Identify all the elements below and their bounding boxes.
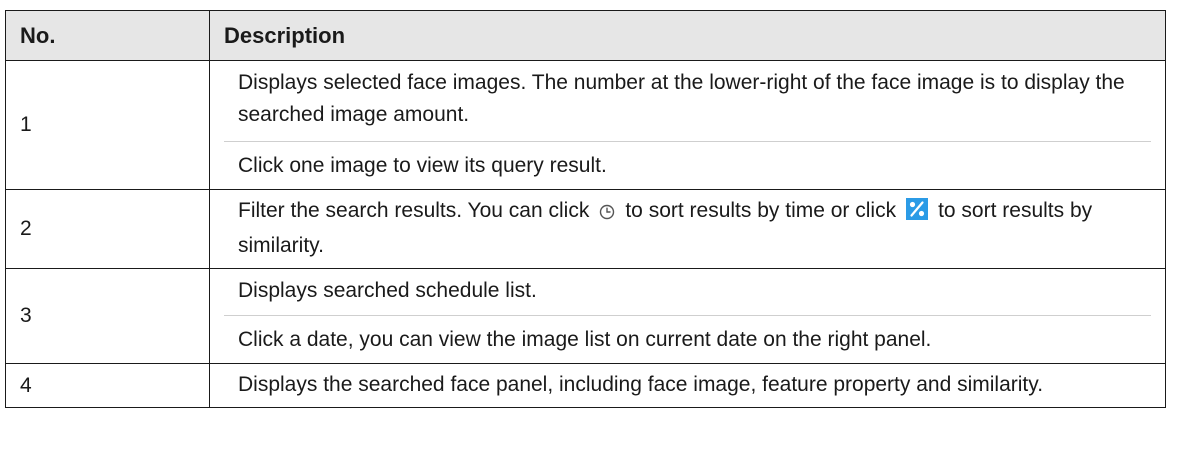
- table-row: 4 Displays the searched face panel, incl…: [5, 363, 1166, 408]
- row-number: 3: [5, 268, 210, 364]
- table-row: 2 Filter the search results. You can cli…: [5, 189, 1166, 269]
- text-segment: Filter the search results. You can click: [238, 199, 590, 222]
- table-row: 3 Displays searched schedule list. Click…: [5, 268, 1166, 364]
- row-description: Filter the search results. You can click…: [209, 189, 1166, 269]
- clock-icon: [599, 198, 615, 230]
- row-description: Displays selected face images. The numbe…: [209, 60, 1166, 190]
- header-description: Description: [209, 10, 1166, 61]
- description-paragraph: Displays searched schedule list.: [238, 279, 537, 302]
- row-description: Displays the searched face panel, includ…: [209, 363, 1166, 408]
- description-paragraph: Click a date, you can view the image lis…: [224, 315, 1151, 363]
- row-number: 4: [5, 363, 210, 408]
- description-paragraph: Displays the searched face panel, includ…: [238, 373, 1044, 396]
- text-segment: to sort results by time or click: [625, 199, 897, 222]
- description-paragraph: Displays selected face images. The numbe…: [238, 71, 1125, 126]
- header-no: No.: [5, 10, 210, 61]
- table-row: 1 Displays selected face images. The num…: [5, 60, 1166, 190]
- row-number: 1: [5, 60, 210, 190]
- similarity-sort-icon: [906, 198, 929, 230]
- description-paragraph: Click one image to view its query result…: [224, 141, 1151, 189]
- row-number: 2: [5, 189, 210, 269]
- row-description: Displays searched schedule list. Click a…: [209, 268, 1166, 364]
- table-header-row: No. Description: [5, 10, 1166, 61]
- description-paragraph: Filter the search results. You can click…: [224, 190, 1151, 268]
- description-table: No. Description 1 Displays selected face…: [5, 10, 1166, 408]
